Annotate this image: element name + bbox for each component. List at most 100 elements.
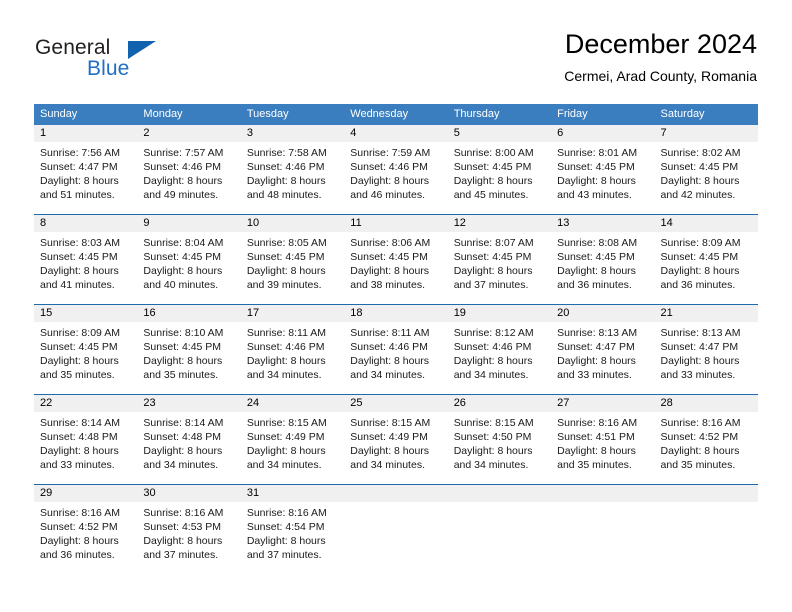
day-cell[interactable]: Sunrise: 8:05 AM Sunset: 4:45 PM Daylight:…	[241, 232, 344, 304]
day-number[interactable]: 6	[551, 125, 654, 142]
day-daylight2-text: and 36 minutes.	[660, 279, 736, 291]
day-number[interactable]: 10	[241, 215, 344, 232]
day-daylight1-text: Daylight: 8 hours	[143, 265, 223, 277]
day-daylight1-text: Daylight: 8 hours	[453, 445, 533, 457]
weekday-header-friday: Friday	[557, 108, 588, 120]
day-daylight2-text: and 38 minutes.	[350, 279, 425, 291]
day-cell[interactable]: Sunrise: 8:11 AM Sunset: 4:46 PM Daylight:…	[241, 322, 344, 394]
day-number[interactable]	[655, 485, 758, 502]
day-cell[interactable]: Sunrise: 8:03 AM Sunset: 4:45 PM Daylight:…	[34, 232, 137, 304]
day-cell[interactable]: Sunrise: 8:13 AM Sunset: 4:47 PM Daylight:…	[551, 322, 654, 394]
day-number[interactable]: 2	[137, 125, 240, 142]
day-cell[interactable]: Sunrise: 8:16 AM Sunset: 4:54 PM Daylight:…	[241, 502, 344, 574]
day-sunset-text: Sunset: 4:49 PM	[246, 431, 325, 443]
day-number[interactable]: 29	[34, 485, 137, 502]
day-cell[interactable]: Sunrise: 8:14 AM Sunset: 4:48 PM Daylight:…	[34, 412, 137, 484]
day-number[interactable]: 1	[34, 125, 137, 142]
day-daylight2-text: and 46 minutes.	[350, 189, 425, 201]
day-cell[interactable]: Sunrise: 8:15 AM Sunset: 4:49 PM Daylight:…	[344, 412, 447, 484]
day-number[interactable]	[448, 485, 551, 502]
day-number[interactable]: 22	[34, 395, 137, 412]
day-cell[interactable]: Sunrise: 8:13 AM Sunset: 4:47 PM Daylight:…	[655, 322, 758, 394]
day-number[interactable]: 16	[137, 305, 240, 322]
day-daylight2-text: and 41 minutes.	[40, 279, 115, 291]
day-sunset-text: Sunset: 4:46 PM	[246, 341, 325, 353]
day-number[interactable]: 9	[137, 215, 240, 232]
day-number[interactable]: 3	[241, 125, 344, 142]
day-cell[interactable]: Sunrise: 8:12 AM Sunset: 4:46 PM Daylight:…	[448, 322, 551, 394]
day-number[interactable]: 18	[344, 305, 447, 322]
day-number[interactable]: 15	[34, 305, 137, 322]
day-cell[interactable]: Sunrise: 7:57 AM Sunset: 4:46 PM Daylight:…	[137, 142, 240, 214]
day-number[interactable]: 26	[448, 395, 551, 412]
day-number[interactable]: 28	[655, 395, 758, 412]
day-sunset-text: Sunset: 4:52 PM	[660, 431, 739, 443]
day-cell[interactable]: Sunrise: 8:09 AM Sunset: 4:45 PM Daylight:…	[34, 322, 137, 394]
day-cell[interactable]: Sunrise: 8:02 AM Sunset: 4:45 PM Daylight:…	[655, 142, 758, 214]
day-cell[interactable]	[655, 502, 758, 574]
day-sunset-text: Sunset: 4:45 PM	[143, 251, 222, 263]
day-number[interactable]: 14	[655, 215, 758, 232]
day-cell[interactable]: Sunrise: 8:01 AM Sunset: 4:45 PM Daylight:…	[551, 142, 654, 214]
day-number[interactable]: 7	[655, 125, 758, 142]
day-number[interactable]: 12	[448, 215, 551, 232]
calendar-week-row: 22 23 24 25 26 27 28 Sunrise: 8:14 AM Sunset: 4:…	[34, 394, 758, 484]
brand-name-bottom: Blue	[87, 57, 130, 80]
day-cell[interactable]: Sunrise: 8:16 AM Sunset: 4:52 PM Daylight:…	[655, 412, 758, 484]
day-cell[interactable]: Sunrise: 7:58 AM Sunset: 4:46 PM Daylight:…	[241, 142, 344, 214]
day-cell[interactable]: Sunrise: 8:15 AM Sunset: 4:49 PM Daylight:…	[241, 412, 344, 484]
calendar-weeks: 1 2 3 4 5 6 7 Sunrise: 7:56 AM Sunset: 4:47 PM Da…	[34, 125, 758, 574]
day-cell[interactable]: Sunrise: 8:16 AM Sunset: 4:53 PM Daylight:…	[137, 502, 240, 574]
day-detail-band: Sunrise: 8:03 AM Sunset: 4:45 PM Daylight:…	[34, 232, 758, 304]
day-daylight2-text: and 34 minutes.	[350, 369, 425, 381]
day-number[interactable]: 20	[551, 305, 654, 322]
day-number[interactable]	[344, 485, 447, 502]
day-number[interactable]: 19	[448, 305, 551, 322]
day-cell[interactable]: Sunrise: 8:04 AM Sunset: 4:45 PM Daylight:…	[137, 232, 240, 304]
day-number[interactable]: 13	[551, 215, 654, 232]
day-number[interactable]: 4	[344, 125, 447, 142]
day-cell[interactable]: Sunrise: 8:16 AM Sunset: 4:52 PM Daylight:…	[34, 502, 137, 574]
day-sunrise-text: Sunrise: 8:09 AM	[660, 237, 741, 249]
page-title: December 2024	[564, 29, 757, 59]
day-number[interactable]: 30	[137, 485, 240, 502]
day-cell[interactable]: Sunrise: 8:16 AM Sunset: 4:51 PM Daylight:…	[551, 412, 654, 484]
day-number[interactable]: 5	[448, 125, 551, 142]
day-cell[interactable]	[448, 502, 551, 574]
day-number[interactable]: 11	[344, 215, 447, 232]
day-cell[interactable]	[344, 502, 447, 574]
day-sunrise-text: Sunrise: 8:14 AM	[40, 417, 120, 429]
day-detail-band: Sunrise: 8:14 AM Sunset: 4:48 PM Daylight:…	[34, 412, 758, 484]
day-number[interactable]: 8	[34, 215, 137, 232]
day-cell[interactable]: Sunrise: 8:08 AM Sunset: 4:45 PM Daylight:…	[551, 232, 654, 304]
day-number[interactable]: 25	[344, 395, 447, 412]
day-number[interactable]: 27	[551, 395, 654, 412]
day-cell[interactable]: Sunrise: 7:59 AM Sunset: 4:46 PM Daylight:…	[344, 142, 447, 214]
weekday-header-row: Sunday Monday Tuesday Wednesday Thursday Frid…	[34, 104, 758, 125]
day-cell[interactable]: Sunrise: 8:10 AM Sunset: 4:45 PM Daylight:…	[137, 322, 240, 394]
day-number[interactable]: 21	[655, 305, 758, 322]
day-cell[interactable]	[551, 502, 654, 574]
day-cell[interactable]: Sunrise: 7:56 AM Sunset: 4:47 PM Daylight:…	[34, 142, 137, 214]
day-daylight2-text: and 37 minutes.	[246, 549, 322, 561]
day-cell[interactable]: Sunrise: 8:14 AM Sunset: 4:48 PM Daylight:…	[137, 412, 240, 484]
day-cell[interactable]: Sunrise: 8:00 AM Sunset: 4:45 PM Daylight:…	[448, 142, 551, 214]
day-daylight2-text: and 48 minutes.	[246, 189, 322, 201]
day-daylight2-text: and 34 minutes.	[350, 459, 425, 471]
day-cell[interactable]: Sunrise: 8:09 AM Sunset: 4:45 PM Daylight:…	[655, 232, 758, 304]
day-cell[interactable]: Sunrise: 8:15 AM Sunset: 4:50 PM Daylight:…	[448, 412, 551, 484]
day-daylight2-text: and 34 minutes.	[143, 459, 219, 471]
day-cell[interactable]: Sunrise: 8:11 AM Sunset: 4:46 PM Daylight:…	[344, 322, 447, 394]
day-number[interactable]: 23	[137, 395, 240, 412]
day-sunrise-text: Sunrise: 8:10 AM	[143, 327, 224, 339]
day-cell[interactable]: Sunrise: 8:07 AM Sunset: 4:45 PM Daylight:…	[448, 232, 551, 304]
day-number[interactable]: 17	[241, 305, 344, 322]
day-daylight1-text: Daylight: 8 hours	[453, 265, 533, 277]
day-sunrise-text: Sunrise: 8:04 AM	[143, 237, 224, 249]
day-daylight1-text: Daylight: 8 hours	[350, 175, 430, 187]
brand-logo[interactable]: General Blue	[35, 36, 215, 86]
day-cell[interactable]: Sunrise: 8:06 AM Sunset: 4:45 PM Daylight:…	[344, 232, 447, 304]
day-number[interactable]	[551, 485, 654, 502]
day-number[interactable]: 31	[241, 485, 344, 502]
day-number[interactable]: 24	[241, 395, 344, 412]
